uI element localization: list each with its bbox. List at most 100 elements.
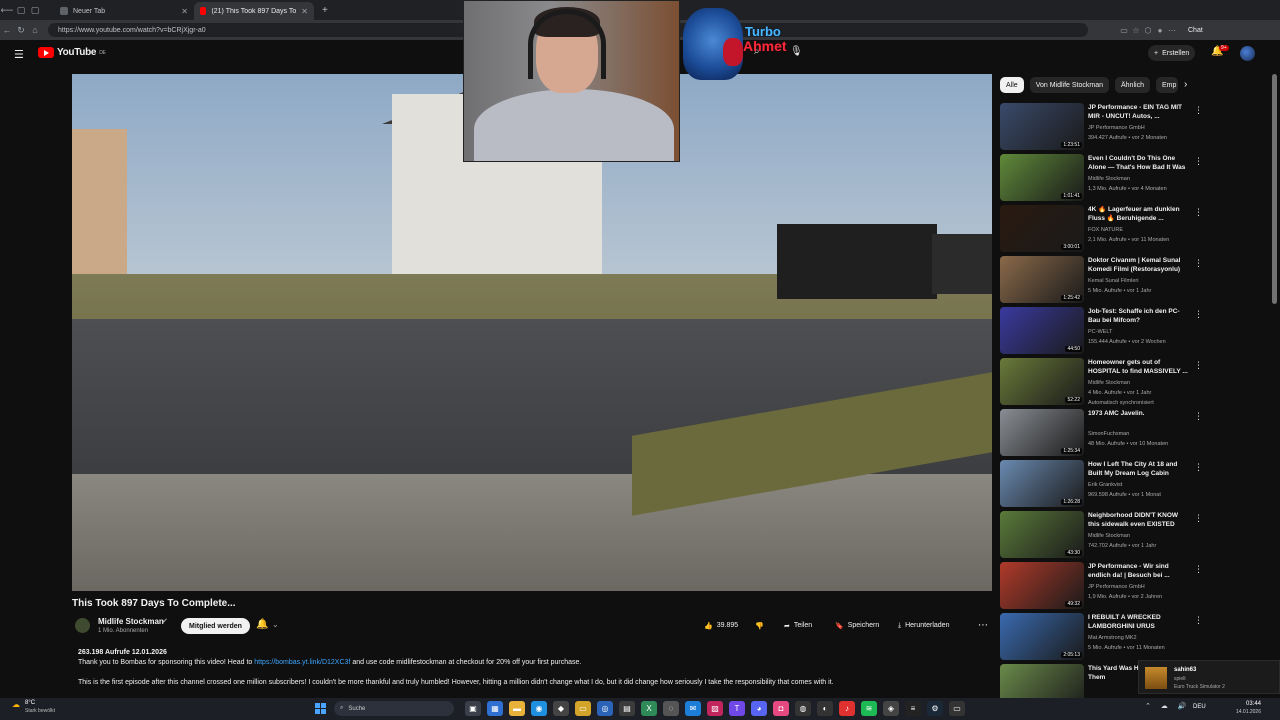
recommendation-item[interactable]: 3:00:01 4K 🔥 Lagerfeuer am dunklen Fluss … xyxy=(1000,205,1270,256)
more-options-icon[interactable]: ⋮ xyxy=(1194,207,1203,218)
recommendation-item[interactable]: 2:05:13 I REBUILT A WRECKED LAMBORGHINI U… xyxy=(1000,613,1270,664)
download-button[interactable]: ⤓ Herunterladen xyxy=(898,617,949,634)
recommendation-channel[interactable]: JP Performance GmbH xyxy=(1088,584,1145,590)
folder-icon[interactable]: ▭ xyxy=(575,701,591,716)
youtube-logo[interactable]: YouTube DE xyxy=(38,47,106,58)
store-icon[interactable]: ◆ xyxy=(553,701,569,716)
recommendation-title[interactable]: I REBUILT A WRECKED LAMBORGHINI URUS xyxy=(1088,614,1190,631)
recommendation-channel[interactable]: JP Performance GmbH xyxy=(1088,125,1145,131)
more-options-icon[interactable]: ⋮ xyxy=(1194,258,1203,269)
clock-time[interactable]: 03:44 xyxy=(1229,701,1261,707)
recommendation-channel[interactable]: Midlife Stockman xyxy=(1088,380,1130,386)
subscription-bell-icon[interactable]: 🔔 xyxy=(256,619,268,630)
notes-icon[interactable]: ≡ xyxy=(905,701,921,716)
recommendation-channel[interactable]: Midlife Stockman xyxy=(1088,176,1130,182)
create-button[interactable]: + Erstellen xyxy=(1148,45,1196,61)
dislike-button[interactable]: 👎 xyxy=(755,617,764,634)
recommendation-item[interactable]: 1:01:41 Even I Couldn't Do This One Alone… xyxy=(1000,154,1270,205)
tab-new-tab[interactable]: Neuer Tab ✕ xyxy=(54,2,194,20)
recommendation-title[interactable]: JP Performance - EIN TAG MIT MIR - UNCUT… xyxy=(1088,104,1190,121)
more-options-icon[interactable]: ⋮ xyxy=(1194,462,1203,473)
recommendation-title[interactable]: 1973 AMC Javelin. xyxy=(1088,410,1190,419)
video-thumbnail[interactable]: 1:01:41 xyxy=(1000,154,1084,201)
channel-name[interactable]: Midlife Stockman xyxy=(98,617,164,626)
recommendation-item[interactable]: 43:30 Neighborhood DIDN'T KNOW this sidew… xyxy=(1000,511,1270,562)
edge-browser-icon[interactable]: ◉ xyxy=(531,701,547,716)
chrome-icon[interactable]: ◎ xyxy=(597,701,613,716)
browser-tab-list-icon[interactable]: ▢ xyxy=(14,5,28,16)
recommendation-item[interactable]: 1:26:28 How I Left The City At 18 and Bui… xyxy=(1000,460,1270,511)
sponsor-link[interactable]: https://bombas.yt.link/D12XC3f xyxy=(254,659,350,666)
terminal-icon[interactable]: ▤ xyxy=(619,701,635,716)
video-thumbnail[interactable]: 3:00:01 xyxy=(1000,205,1084,252)
monitor-icon[interactable]: ▭ xyxy=(949,701,965,716)
new-tab-plus-icon[interactable]: + xyxy=(322,5,328,16)
recommendation-item[interactable]: 44:50 Job-Test: Schaffe ich den PC-Bau be… xyxy=(1000,307,1270,358)
more-options-icon[interactable]: ⋮ xyxy=(1194,105,1203,116)
more-options-icon[interactable]: ⋮ xyxy=(1194,411,1203,422)
obs-icon[interactable]: ◍ xyxy=(795,701,811,716)
chevron-right-icon[interactable]: › xyxy=(1184,79,1187,90)
file-explorer-icon[interactable]: ▬ xyxy=(509,701,525,716)
video-thumbnail[interactable]: 1:26:28 xyxy=(1000,460,1084,507)
save-button[interactable]: 🔖 Speichern xyxy=(835,617,879,634)
share-button[interactable]: ➦ Teilen xyxy=(784,617,812,634)
windows-start-icon[interactable] xyxy=(315,703,326,714)
steam-icon[interactable]: ⚙ xyxy=(927,701,943,716)
like-button[interactable]: 👍 39.895 xyxy=(704,617,738,634)
chip-from-channel[interactable]: Von Midlife Stockman xyxy=(1029,77,1109,93)
clock-date[interactable]: 14.01.2026 xyxy=(1229,709,1261,715)
recommendation-channel[interactable]: Midlife Stockman xyxy=(1088,533,1130,539)
system-tray-icons[interactable]: ⌃ ☁ 🔊 xyxy=(1145,702,1190,710)
mail-icon[interactable]: ✉ xyxy=(685,701,701,716)
back-icon[interactable]: ← xyxy=(0,25,14,35)
taskbar-search[interactable]: ⌕ Suche xyxy=(334,701,454,716)
channel-avatar[interactable] xyxy=(75,618,90,633)
video-thumbnail[interactable]: 49:32 xyxy=(1000,562,1084,609)
browser-back-tab-icon[interactable]: ⟵ xyxy=(0,5,14,16)
video-thumbnail[interactable]: 1:23:51 xyxy=(1000,103,1084,150)
recommendation-title[interactable]: 4K 🔥 Lagerfeuer am dunklen Fluss 🔥 Beruh… xyxy=(1088,206,1190,223)
recommendation-channel[interactable]: PC-WELT xyxy=(1088,329,1112,335)
video-thumbnail[interactable]: 1:25:34 xyxy=(1000,409,1084,456)
join-membership-button[interactable]: Mitglied werden xyxy=(181,618,250,634)
chip-all[interactable]: Alle xyxy=(1000,77,1024,93)
recommendation-title[interactable]: Job-Test: Schaffe ich den PC-Bau bei Mif… xyxy=(1088,308,1190,325)
more-options-icon[interactable]: ⋮ xyxy=(1194,513,1203,524)
chip-related[interactable]: Ähnlich xyxy=(1115,77,1150,93)
spotify-icon[interactable]: ≋ xyxy=(861,701,877,716)
discord-icon[interactable]: ◕ xyxy=(751,701,767,716)
more-actions-icon[interactable]: ⋯ xyxy=(978,617,988,634)
close-tab-icon[interactable]: ✕ xyxy=(181,7,188,16)
chevron-down-icon[interactable]: ⌄ xyxy=(272,620,279,629)
recommendation-channel[interactable]: Erik Grankvist xyxy=(1088,482,1122,488)
recommendation-channel[interactable]: SimonFuchsman xyxy=(1088,431,1129,437)
app2-icon[interactable]: ◐ xyxy=(817,701,833,716)
widgets-icon[interactable]: ▦ xyxy=(487,701,503,716)
home-icon[interactable]: ⌂ xyxy=(28,25,42,35)
chip-recommended[interactable]: Emp xyxy=(1155,77,1178,93)
recommendation-item[interactable]: 1:23:51 JP Performance - EIN TAG MIT MIR … xyxy=(1000,103,1270,154)
weather-cloud-icon[interactable]: ☁ xyxy=(12,700,20,709)
video-thumbnail[interactable]: 2:05:13 xyxy=(1000,613,1084,660)
recommendation-item[interactable]: 49:32 JP Performance - Wir sind endlich d… xyxy=(1000,562,1270,613)
recommendation-title[interactable]: Even I Couldn't Do This One Alone — That… xyxy=(1088,155,1190,172)
tab-youtube[interactable]: (21) This Took 897 Days To Comp ✕ xyxy=(194,2,314,20)
reload-icon[interactable]: ↻ xyxy=(14,25,28,36)
video-thumbnail[interactable]: 52:22 xyxy=(1000,358,1084,405)
extension-icon[interactable]: ⬡ xyxy=(1142,26,1154,35)
more-options-icon[interactable]: ⋮ xyxy=(1194,360,1203,371)
recommendation-title[interactable]: Homeowner gets out of HOSPITAL to find M… xyxy=(1088,359,1190,376)
recommendation-item[interactable]: 52:22 Homeowner gets out of HOSPITAL to f… xyxy=(1000,358,1270,409)
recommendation-title[interactable]: JP Performance - Wir sind endlich da! | … xyxy=(1088,563,1190,580)
copilot-chat-button[interactable]: Chat xyxy=(1188,27,1203,34)
recommendation-title[interactable]: Doktor Civanım | Kemal Sunal Komedi Film… xyxy=(1088,257,1190,274)
video-thumbnail[interactable]: 43:30 xyxy=(1000,511,1084,558)
account-avatar[interactable] xyxy=(1240,46,1255,61)
more-options-icon[interactable]: ⋮ xyxy=(1194,615,1203,626)
recommendation-item[interactable]: 1:25:42 Doktor Civanım | Kemal Sunal Kome… xyxy=(1000,256,1270,307)
teams-icon[interactable]: T xyxy=(729,701,745,716)
excel-icon[interactable]: X xyxy=(641,701,657,716)
recommendation-title[interactable]: How I Left The City At 18 and Built My D… xyxy=(1088,461,1190,478)
menu-dots-icon[interactable]: ⋯ xyxy=(1166,26,1178,35)
